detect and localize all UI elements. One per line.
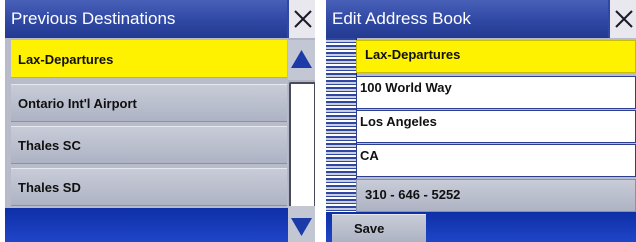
bottom-bar	[5, 208, 290, 242]
state-field[interactable]: CA	[356, 144, 636, 177]
close-icon	[615, 10, 633, 28]
list-item-thales-sd[interactable]: Thales SD	[11, 168, 287, 206]
edit-address-book-screen: Edit Address Book Lax-Departures 100 Wor…	[326, 0, 636, 242]
scrollbar[interactable]	[288, 38, 315, 242]
close-button[interactable]	[608, 0, 636, 38]
close-button[interactable]	[287, 0, 315, 38]
street-field[interactable]: 100 World Way	[356, 76, 636, 109]
list-item-lax-departures[interactable]: Lax-Departures	[11, 40, 287, 78]
save-button[interactable]: Save	[332, 214, 426, 242]
list-item-ontario-intl-airport[interactable]: Ontario Int'l Airport	[11, 84, 287, 122]
phone-field[interactable]: 310 - 646 - 5252	[356, 179, 636, 212]
list-item-thales-sc[interactable]: Thales SC	[11, 126, 287, 164]
name-field[interactable]: Lax-Departures	[356, 40, 636, 73]
scroll-down-button[interactable]	[288, 206, 315, 242]
scroll-up-button[interactable]	[288, 40, 315, 80]
scroll-track[interactable]	[289, 82, 315, 208]
spiral-binding-icon	[326, 38, 357, 212]
triangle-up-icon	[291, 50, 312, 68]
triangle-down-icon	[291, 218, 312, 236]
previous-destinations-title: Previous Destinations	[5, 0, 315, 38]
previous-destinations-screen: Previous Destinations Lax-Departures Ont…	[5, 0, 315, 242]
close-icon	[294, 10, 312, 28]
edit-address-book-title: Edit Address Book	[326, 0, 636, 38]
city-field[interactable]: Los Angeles	[356, 110, 636, 143]
